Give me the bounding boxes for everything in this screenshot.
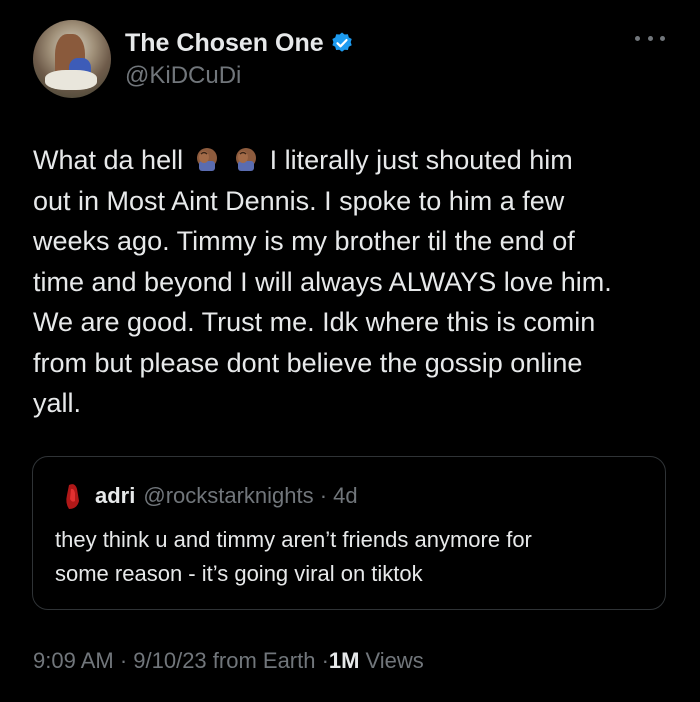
quoted-author-name[interactable]: adri (95, 483, 135, 509)
quoted-tweet-line: they think u and timmy aren’t friends an… (55, 527, 532, 552)
facepalm-emoji (196, 148, 217, 171)
tweet-line: weeks ago. Timmy is my brother til the e… (33, 226, 575, 256)
tweet-line: from but please dont believe the gossip … (33, 347, 583, 378)
quoted-tweet-header: adri @rockstarknights · 4d (59, 481, 358, 511)
author-names: The Chosen One @KiDCuDi (125, 28, 354, 90)
views-count: 1M (328, 648, 360, 673)
quoted-tweet-text: they think u and timmy aren’t friends an… (55, 523, 655, 591)
author-handle[interactable]: @KiDCuDi (125, 62, 354, 90)
quoted-author-handle-time[interactable]: @rockstarknights · 4d (143, 483, 357, 509)
tweet-footer: 9:09 AM · 9/10/23 from Earth · 1M Views (33, 648, 424, 674)
tweet-text: What da hell I literally just shouted hi… (33, 140, 673, 424)
tweet-line: What da hell I literally just shouted hi… (33, 140, 673, 181)
tweet-line: We are good. Trust me. Idk where this is… (33, 307, 596, 337)
quoted-tweet-line: some reason - it’s going viral on tiktok (55, 561, 423, 586)
tweet-line: out in Most Aint Dennis. I spoke to him … (33, 185, 565, 216)
verified-badge-icon (332, 32, 352, 52)
quoted-tweet[interactable]: adri @rockstarknights · 4d they think u … (32, 456, 666, 610)
quoted-author-avatar[interactable] (59, 481, 87, 511)
more-horizontal-icon[interactable] (635, 28, 665, 48)
tweet-text-segment: What da hell (33, 145, 184, 175)
views-label: Views (365, 648, 424, 673)
author-avatar[interactable] (33, 20, 111, 98)
author-display-name[interactable]: The Chosen One (125, 28, 324, 58)
tweet-line: time and beyond I will always ALWAYS lov… (33, 266, 612, 297)
tweet-header: The Chosen One @KiDCuDi (33, 20, 673, 100)
tweet-text-segment: I literally just shouted him (269, 145, 573, 175)
tweet-line: yall. (33, 388, 82, 418)
facepalm-emoji (236, 148, 257, 171)
tweet-timestamp[interactable]: 9:09 AM · 9/10/23 from Earth · (33, 648, 329, 674)
